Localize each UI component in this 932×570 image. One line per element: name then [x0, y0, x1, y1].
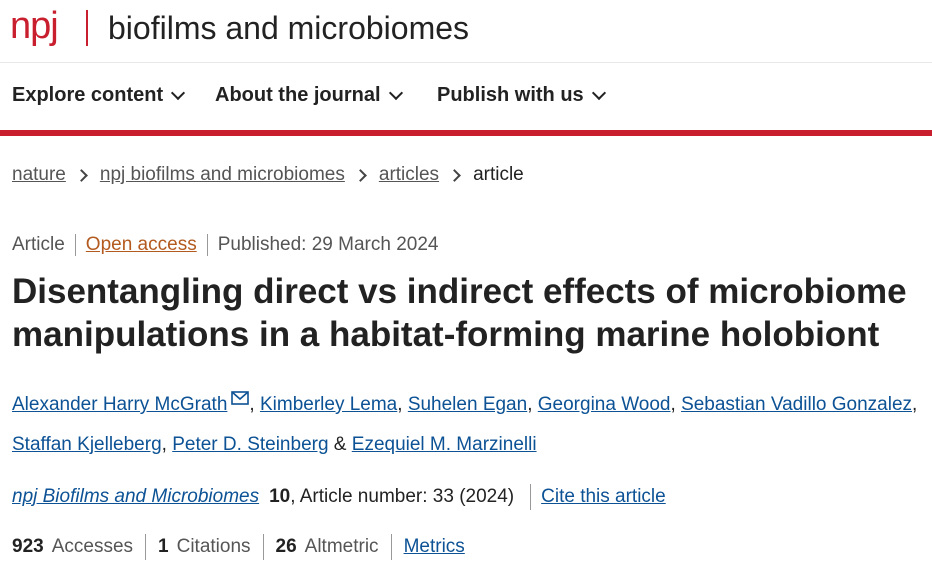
author-separator: & [328, 434, 352, 455]
nav-about-journal[interactable]: About the journal [215, 84, 403, 107]
journal-link[interactable]: npj Biofilms and Microbiomes [12, 486, 259, 508]
nav-publish-with-us[interactable]: Publish with us [437, 84, 606, 107]
journal-name[interactable]: biofilms and microbiomes [108, 8, 469, 48]
article-title: Disentangling direct vs indirect effects… [12, 272, 907, 354]
breadcrumb-journal[interactable]: npj biofilms and microbiomes [100, 164, 345, 186]
altmetric-label: Altmetric [304, 536, 379, 557]
metrics-divider [390, 534, 392, 560]
nav-explore-content[interactable]: Explore content [12, 84, 186, 107]
article-number: , Article number: 33 (2024) [290, 486, 515, 507]
article-metrics: 923 Accesses 1 Citations 26 Altmetric Me… [12, 534, 465, 560]
chevron-down-icon [171, 85, 186, 100]
published-date: Published: 29 March 2024 [217, 234, 439, 255]
breadcrumb-articles[interactable]: articles [379, 164, 439, 186]
author-separator: , [397, 394, 408, 415]
open-access-link[interactable]: Open access [86, 234, 197, 256]
article-meta: Article Open access Published: 29 March … [12, 234, 438, 256]
author-link[interactable]: Ezequiel M. Marzinelli [352, 434, 537, 455]
author-link[interactable]: Kimberley Lema [260, 394, 397, 415]
author-separator: , [249, 394, 260, 415]
breadcrumb-current: article [473, 164, 524, 185]
accesses-label: Accesses [51, 536, 134, 557]
chevron-right-icon [75, 168, 88, 182]
volume-number: 10 [269, 486, 291, 507]
article-type: Article [12, 234, 65, 255]
metrics-divider [145, 534, 147, 560]
author-list: Alexander Harry McGrath, Kimberley Lema,… [12, 385, 932, 465]
author-link[interactable]: Staffan Kjelleberg [12, 434, 162, 455]
breadcrumb-nature[interactable]: nature [12, 164, 66, 186]
accesses-count: 923 [12, 536, 44, 557]
metrics-link[interactable]: Metrics [404, 536, 465, 558]
author-link[interactable]: Georgina Wood [538, 394, 671, 415]
meta-divider [206, 234, 208, 256]
meta-divider [74, 234, 76, 256]
author-separator: , [161, 434, 173, 455]
author-link[interactable]: Alexander Harry McGrath [12, 394, 227, 415]
npj-logo[interactable]: npj [10, 4, 59, 48]
mail-icon[interactable] [231, 391, 250, 405]
cite-article-link[interactable]: Cite this article [541, 486, 666, 508]
author-separator: , [670, 394, 682, 415]
chevron-down-icon [388, 85, 403, 100]
citation-divider [530, 484, 532, 510]
metrics-divider [262, 534, 264, 560]
author-link[interactable]: Peter D. Steinberg [172, 434, 328, 455]
main-nav: Explore content About the journal Publis… [0, 62, 932, 130]
citations-count: 1 [158, 536, 169, 557]
author-separator: , [527, 394, 538, 415]
breadcrumb: nature npj biofilms and microbiomes arti… [12, 164, 524, 186]
nav-item-label: Explore content [12, 84, 164, 106]
author-link[interactable]: Sebastian Vadillo Gonzalez [681, 394, 912, 415]
masthead: npj biofilms and microbiomes [0, 0, 932, 63]
logo-divider [86, 10, 88, 46]
altmetric-count: 26 [275, 536, 297, 557]
citations-label: Citations [176, 536, 251, 557]
citation-line: npj Biofilms and Microbiomes 10 , Articl… [12, 484, 666, 510]
chevron-down-icon [591, 85, 606, 100]
author-separator: , [912, 394, 918, 415]
chevron-right-icon [448, 168, 461, 182]
chevron-right-icon [354, 168, 367, 182]
nav-item-label: About the journal [215, 84, 381, 106]
author-link[interactable]: Suhelen Egan [408, 394, 527, 415]
nav-item-label: Publish with us [437, 84, 584, 106]
header-rule [0, 130, 932, 136]
